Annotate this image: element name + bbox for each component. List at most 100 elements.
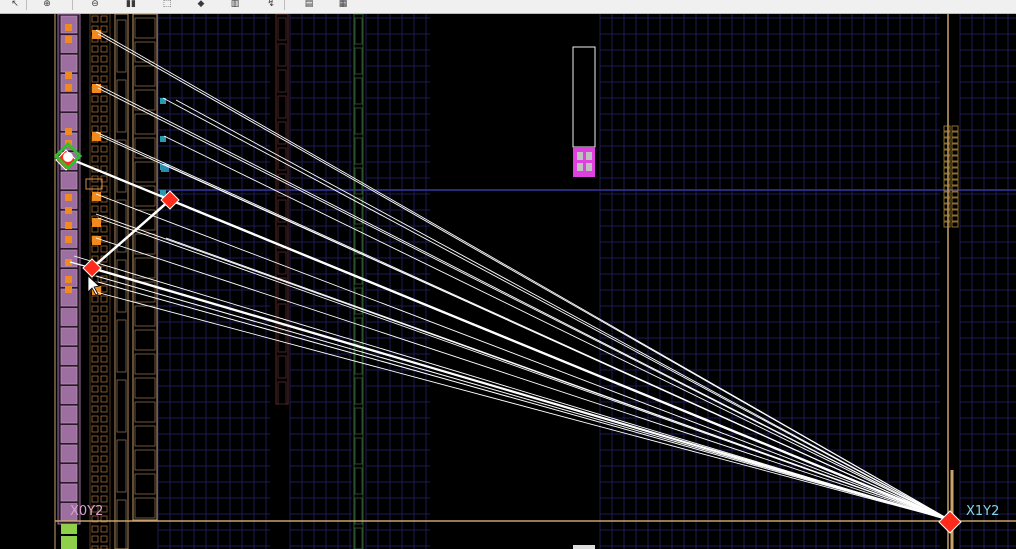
slice-site [100,285,108,293]
pblock-site [586,163,592,171]
bram-tile [60,113,78,131]
clb-tile [116,379,127,433]
net-route-line [97,217,951,521]
slice-site [91,145,99,153]
slice-site [943,155,951,162]
slice-site [100,405,108,413]
io-tile [354,317,363,345]
placed-cell [92,192,101,201]
io-tile [354,47,363,75]
screenshot-icon[interactable]: ▦ [336,0,350,9]
slice-site [91,95,99,103]
slice-site [91,325,99,333]
slice-site [91,385,99,393]
bram-tile [60,425,78,443]
zoom-in-icon[interactable]: ⊕ [40,0,54,9]
clock-region-label-left: X0Y2 [70,504,104,519]
slice-site [100,455,108,463]
slice-site [951,209,959,216]
dsp-tile [277,381,287,405]
clb-tile [134,41,156,63]
zoom-out-icon[interactable]: ⊖ [88,0,102,9]
clb-tile [134,473,156,495]
slice-site [91,425,99,433]
slice-site [91,295,99,303]
slice-site [100,25,108,33]
placed-cell [65,24,72,31]
slice-site [91,415,99,423]
zoom-area-icon[interactable]: ⬚ [160,0,174,9]
device-canvas[interactable] [0,14,1016,549]
placed-cell [65,286,72,293]
slice-site [100,535,108,543]
slice-site [951,203,959,210]
autofit-icon[interactable]: ◆ [194,0,208,9]
slice-site [100,425,108,433]
slice-site [91,305,99,313]
slice-site [951,137,959,144]
slice-site [100,145,108,153]
io-tile [354,437,363,465]
pblock-site [577,152,583,160]
slice-site [91,205,99,213]
io-tile [354,107,363,135]
clb-tile [116,79,127,133]
net-route-line [97,87,951,521]
slice-site [91,535,99,543]
slice-site [100,355,108,363]
clb-tile [116,499,127,549]
toolbar-separator [284,0,285,10]
io-tile [354,407,363,435]
placed-cell [65,72,72,79]
slice-site [943,131,951,138]
placed-cell [65,194,72,201]
slice-site [943,179,951,186]
clb-tile [116,319,127,373]
net-route-line [95,193,951,521]
properties-icon[interactable]: ▤ [302,0,316,9]
pblock-site [586,152,592,160]
slice-site [100,245,108,253]
slice-site [100,65,108,73]
slice-site [100,385,108,393]
slice-site [91,355,99,363]
slice-site [100,295,108,303]
dsp-tile [277,43,287,67]
slice-site [100,465,108,473]
slice-site [943,203,951,210]
slice-site [100,55,108,63]
slice-site [91,15,99,23]
slice-site [91,115,99,123]
slice-site [943,191,951,198]
slice-site [943,221,951,228]
slice-site [100,335,108,343]
slice-site [100,105,108,113]
slice-site [91,445,99,453]
placed-cell [85,178,103,190]
clb-tile [134,137,156,159]
slice-site [943,161,951,168]
slice-site [951,197,959,204]
slice-site [100,325,108,333]
slice-site [951,179,959,186]
select-tool-icon[interactable]: ↖ [8,0,22,9]
slice-site [951,173,959,180]
fit-icon[interactable]: ▮▮ [124,0,138,9]
device-view[interactable]: X0Y2 X1Y2 [0,14,1016,549]
slice-site [100,525,108,533]
pblock-outline [572,46,596,148]
slice-site [100,225,108,233]
chart-icon[interactable]: ▥ [228,0,242,9]
slice-site [951,155,959,162]
placed-cell [65,222,72,229]
slice-site [91,405,99,413]
slice-site [91,485,99,493]
io-tile [354,137,363,165]
net-source-marker[interactable] [938,510,962,534]
bram-tile-selected [61,536,77,549]
slice-site [91,365,99,373]
route-icon[interactable]: ↯ [264,0,278,9]
clb-tile [134,353,156,375]
placed-cell [65,236,72,243]
bram-tile [60,308,78,326]
